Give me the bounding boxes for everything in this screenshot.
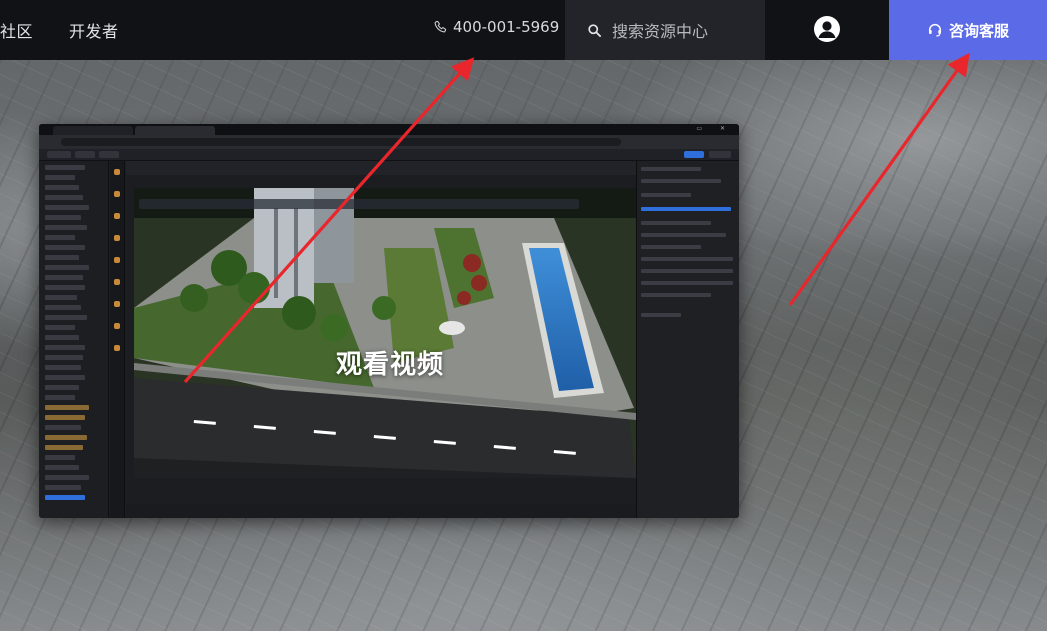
browser-tabs bbox=[39, 124, 739, 135]
phone-number[interactable]: 400-001-5969 bbox=[433, 18, 559, 36]
app-toolbar bbox=[39, 149, 739, 161]
address-bar bbox=[39, 135, 739, 149]
properties-panel bbox=[636, 161, 739, 518]
viewport-hint-bar bbox=[126, 161, 636, 175]
status-bar bbox=[126, 504, 636, 518]
window-controls: ▭ ✕ bbox=[696, 125, 733, 132]
search-box[interactable]: 搜索资源中心 bbox=[565, 0, 765, 60]
user-avatar-icon[interactable] bbox=[814, 16, 840, 42]
tool-rail bbox=[110, 161, 125, 518]
search-icon bbox=[588, 23, 601, 37]
scene-tree-panel bbox=[39, 161, 109, 518]
phone-icon bbox=[434, 20, 447, 33]
phone-number-text: 400-001-5969 bbox=[453, 18, 560, 36]
nav-developer-link[interactable]: 开发者 bbox=[69, 18, 119, 42]
browser-tab bbox=[53, 126, 133, 135]
video-thumbnail[interactable]: ▭ ✕ 观看视频 bbox=[39, 124, 739, 518]
consult-button[interactable]: 咨询客服 bbox=[889, 0, 1047, 60]
nav-community-link[interactable]: 社区 bbox=[0, 18, 33, 42]
viewport-toolbar bbox=[139, 199, 579, 209]
headset-icon bbox=[928, 24, 942, 37]
search-placeholder: 搜索资源中心 bbox=[612, 22, 709, 41]
scene-viewport bbox=[134, 188, 636, 478]
browser-tab-active bbox=[135, 126, 215, 135]
consult-label: 咨询客服 bbox=[948, 21, 1009, 40]
top-nav: 社区 开发者 400-001-5969 搜索资源中心 咨询客服 bbox=[0, 0, 1047, 60]
watch-video-label[interactable]: 观看视频 bbox=[336, 344, 444, 381]
